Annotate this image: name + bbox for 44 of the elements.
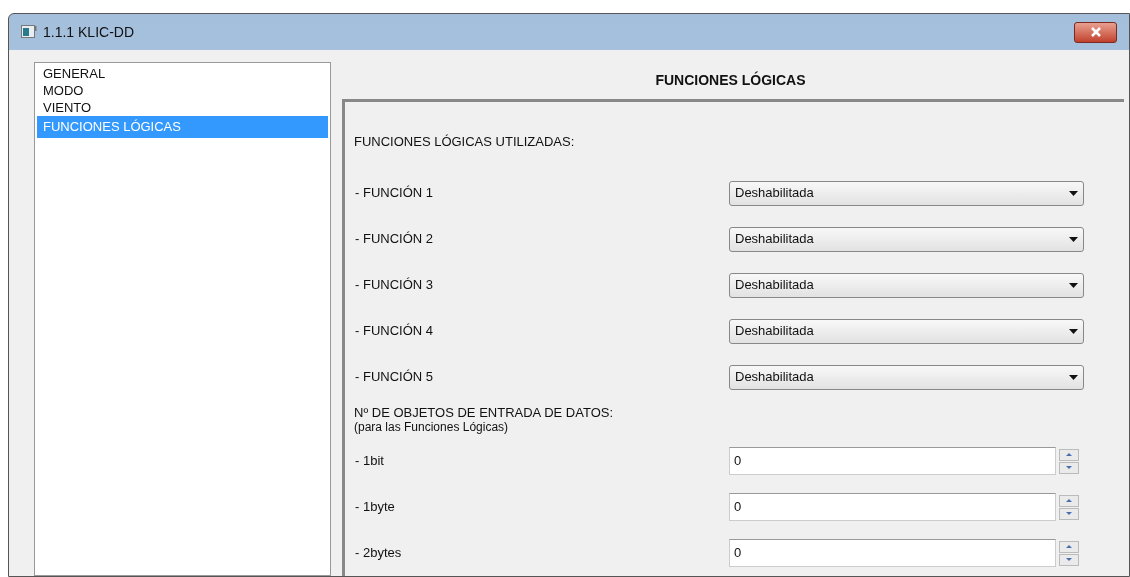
field-label: - 2bytes xyxy=(354,544,403,563)
field-label: - FUNCIÓN 5 xyxy=(354,368,434,387)
dropdown[interactable]: Deshabilitada xyxy=(729,272,1084,298)
field-label: - FUNCIÓN 4 xyxy=(354,322,434,341)
caret-icon xyxy=(1069,328,1078,334)
section-heading: FUNCIONES LÓGICAS UTILIZADAS: xyxy=(354,133,576,149)
dropdown[interactable]: Deshabilitada xyxy=(729,364,1084,390)
section-note: (para las Funciones Lógicas) xyxy=(354,419,510,434)
field-label: - 1byte xyxy=(354,498,396,517)
down-arrow-icon xyxy=(1065,510,1073,517)
dropdown[interactable]: Deshabilitada xyxy=(729,180,1084,206)
number-field[interactable]: 0 xyxy=(729,447,1056,475)
section-heading: Nº DE OBJETOS DE ENTRADA DE DATOS: xyxy=(354,404,615,420)
down-arrow-icon xyxy=(1065,464,1073,471)
caret-icon xyxy=(1069,374,1078,380)
caret-icon xyxy=(1069,282,1078,288)
caret-icon xyxy=(1069,190,1078,196)
spin-down-button[interactable] xyxy=(1059,507,1079,520)
sidebar-item[interactable]: VIENTO xyxy=(37,99,328,116)
app-icon xyxy=(21,25,37,39)
sidebar-item[interactable]: MODO xyxy=(37,82,328,99)
up-arrow-icon xyxy=(1065,497,1073,504)
spin-down-button[interactable] xyxy=(1059,553,1079,566)
up-arrow-icon xyxy=(1065,451,1073,458)
close-icon xyxy=(1089,27,1102,37)
caret-icon xyxy=(1069,236,1078,242)
window-title: 1.1.1 KLIC-DD xyxy=(43,22,135,42)
panel-title: FUNCIONES LÓGICAS xyxy=(654,70,807,90)
up-arrow-icon xyxy=(1065,543,1073,550)
number-field[interactable]: 0 xyxy=(729,493,1056,521)
spin-up-button[interactable] xyxy=(1059,540,1079,553)
dropdown[interactable]: Deshabilitada xyxy=(729,318,1084,344)
down-arrow-icon xyxy=(1065,556,1073,563)
spin-down-button[interactable] xyxy=(1059,461,1079,474)
spin-up-button[interactable] xyxy=(1059,494,1079,507)
close-button[interactable] xyxy=(1074,21,1117,43)
sidebar-item[interactable]: GENERAL xyxy=(37,65,328,82)
number-field[interactable]: 0 xyxy=(729,539,1056,567)
field-label: - FUNCIÓN 2 xyxy=(354,230,434,249)
spin-up-button[interactable] xyxy=(1059,448,1079,461)
field-label: - FUNCIÓN 3 xyxy=(354,276,434,295)
field-label: - FUNCIÓN 1 xyxy=(354,184,434,203)
dropdown[interactable]: Deshabilitada xyxy=(729,226,1084,252)
field-label: - 1bit xyxy=(354,452,385,471)
